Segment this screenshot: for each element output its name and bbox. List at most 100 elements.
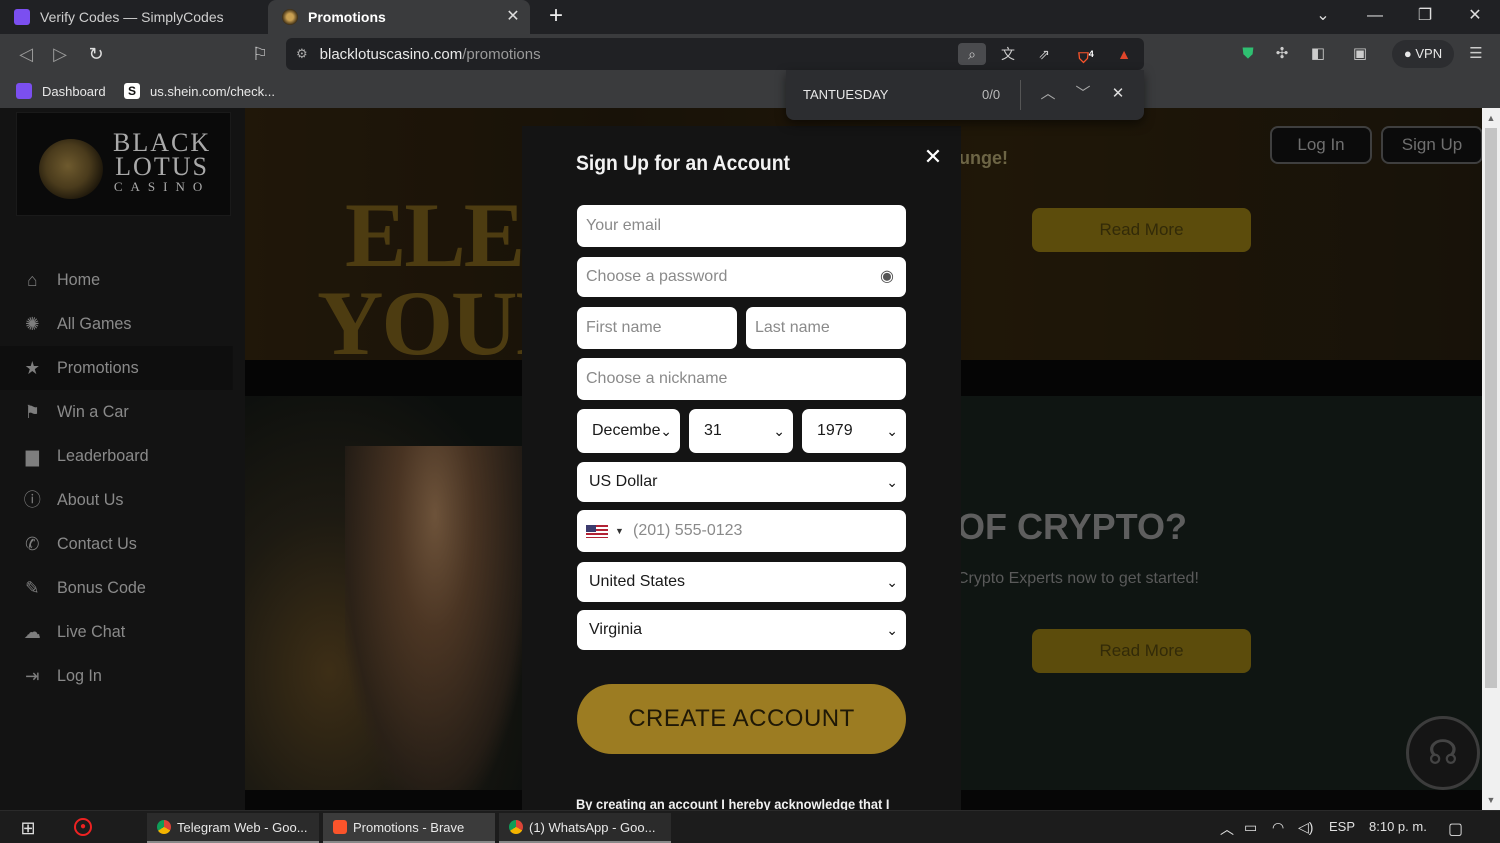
signup-button[interactable]: Sign Up bbox=[1381, 126, 1482, 164]
taskbar-app-label: (1) WhatsApp - Goo... bbox=[529, 819, 656, 835]
back-button[interactable]: ◁ bbox=[14, 42, 38, 66]
create-account-button[interactable]: CREATE ACCOUNT bbox=[577, 684, 906, 754]
password-placeholder: Choose a password bbox=[586, 268, 728, 285]
bookmark-icon[interactable]: ⚐ bbox=[248, 42, 272, 66]
find-input[interactable]: TANTUESDAY bbox=[803, 87, 888, 102]
country-code-caret-icon[interactable]: ▼ bbox=[615, 510, 624, 552]
windows-taskbar: ⊞ ● Telegram Web - Goo... Promotions - B… bbox=[0, 810, 1500, 843]
support-agent-icon[interactable]: ☊ bbox=[1406, 716, 1480, 790]
scroll-thumb[interactable] bbox=[1485, 128, 1497, 688]
extensions-puzzle-icon[interactable]: ✣ bbox=[1270, 43, 1294, 65]
chevron-down-icon: ⌄ bbox=[660, 423, 672, 439]
dob-year-select[interactable]: 1979 ⌄ bbox=[802, 409, 906, 453]
sidebar-item-log-in[interactable]: ⇥ Log In bbox=[0, 654, 233, 698]
clock[interactable]: 8:10 p. m. bbox=[1369, 819, 1427, 834]
simplycodes-favicon-icon bbox=[14, 9, 30, 25]
state-value: Virginia bbox=[589, 621, 643, 638]
brave-shields-icon[interactable]: ⛉4 bbox=[1072, 43, 1100, 66]
sidebar-item-contact-us[interactable]: ✆ Contact Us bbox=[0, 522, 233, 566]
vpn-button[interactable]: ● VPN bbox=[1392, 40, 1454, 68]
us-flag-icon[interactable] bbox=[586, 525, 608, 538]
restore-button[interactable]: ❐ bbox=[1410, 4, 1440, 28]
read-more-button[interactable]: Read More bbox=[1032, 208, 1251, 252]
sidebar-item-all-games[interactable]: ✺ All Games bbox=[0, 302, 233, 346]
phone-field[interactable]: ▼ (201) 555-0123 bbox=[577, 510, 906, 552]
address-bar[interactable]: ⚙ blacklotuscasino.com/promotions ⌕ 文 ⇗ … bbox=[286, 38, 1144, 70]
simplycodes-favicon-icon bbox=[16, 83, 32, 99]
new-tab-button[interactable]: + bbox=[544, 4, 568, 30]
modal-title: Sign Up for an Account bbox=[576, 152, 790, 175]
scroll-down-icon[interactable]: ▼ bbox=[1482, 792, 1500, 808]
nickname-field[interactable]: Choose a nickname bbox=[577, 358, 906, 400]
language-indicator[interactable]: ESP bbox=[1329, 819, 1355, 834]
tab-close-icon[interactable]: ✕ bbox=[504, 8, 522, 26]
page-scrollbar[interactable]: ▲ ▼ bbox=[1482, 108, 1500, 810]
sidebar-item-live-chat[interactable]: ☁ Live Chat bbox=[0, 610, 233, 654]
state-select[interactable]: Virginia ⌄ bbox=[577, 610, 906, 650]
login-icon: ⇥ bbox=[25, 666, 40, 686]
last-name-field[interactable]: Last name bbox=[746, 307, 906, 349]
extension-shield-icon[interactable]: ⛊ bbox=[1236, 43, 1260, 65]
currency-select[interactable]: US Dollar ⌄ bbox=[577, 462, 906, 502]
read-more-button[interactable]: Read More bbox=[1032, 629, 1251, 673]
show-password-eye-icon[interactable]: ◉ bbox=[880, 257, 894, 297]
reload-button[interactable]: ↻ bbox=[84, 42, 108, 66]
taskbar-brave-promotions[interactable]: Promotions - Brave bbox=[323, 813, 495, 843]
chevron-down-icon: ⌄ bbox=[886, 574, 898, 590]
bookmark-shein[interactable]: S us.shein.com/check... bbox=[124, 81, 275, 101]
signup-modal: Sign Up for an Account ✕ Your email Choo… bbox=[522, 126, 961, 810]
sidebar-item-leaderboard[interactable]: ▆ Leaderboard bbox=[0, 434, 233, 478]
tab-verify-codes[interactable]: Verify Codes — SimplyCodes bbox=[0, 0, 266, 34]
taskbar-telegram[interactable]: Telegram Web - Goo... bbox=[147, 813, 319, 843]
wifi-icon[interactable]: ◠ bbox=[1272, 819, 1284, 836]
sidebar-item-win-a-car[interactable]: ⚑ Win a Car bbox=[0, 390, 233, 434]
find-close-icon[interactable]: ✕ bbox=[1107, 83, 1129, 105]
login-button[interactable]: Log In bbox=[1270, 126, 1372, 164]
email-field[interactable]: Your email bbox=[577, 205, 906, 247]
translate-icon[interactable]: 文 bbox=[994, 43, 1022, 65]
site-info-icon[interactable]: ⚙ bbox=[296, 46, 308, 62]
password-field[interactable]: Choose a password ◉ bbox=[577, 257, 906, 297]
home-icon: ⌂ bbox=[27, 270, 38, 290]
brave-rewards-icon[interactable]: ▲ bbox=[1110, 43, 1138, 65]
first-name-field[interactable]: First name bbox=[577, 307, 737, 349]
notifications-icon[interactable]: ▢ bbox=[1448, 819, 1463, 839]
recording-icon[interactable]: ● bbox=[74, 818, 92, 836]
tab-promotions[interactable]: Promotions ✕ bbox=[268, 0, 530, 34]
tab-search-chevron-icon[interactable]: ⌄ bbox=[1308, 4, 1338, 28]
wallet-icon[interactable]: ▣ bbox=[1348, 43, 1372, 65]
minimize-button[interactable]: — bbox=[1360, 4, 1390, 28]
site-sidebar: BLACK LOTUS CASINO ⌂ Home ✺ All Games ★ Promo… bbox=[0, 108, 245, 810]
modal-close-icon[interactable]: ✕ bbox=[922, 146, 944, 168]
menu-icon[interactable]: ☰ bbox=[1464, 43, 1488, 65]
find-previous-icon[interactable]: ︿ bbox=[1037, 83, 1059, 105]
bookmark-dashboard[interactable]: Dashboard bbox=[16, 81, 106, 101]
find-in-page-icon[interactable]: ⌕ bbox=[958, 43, 986, 65]
sidebar-item-about-us[interactable]: ⓘ About Us bbox=[0, 478, 233, 522]
phone-placeholder: (201) 555-0123 bbox=[633, 522, 743, 539]
battery-icon[interactable]: ▭ bbox=[1244, 819, 1257, 836]
find-next-icon[interactable]: ﹀ bbox=[1072, 83, 1094, 105]
site-logo[interactable]: BLACK LOTUS CASINO bbox=[16, 112, 231, 216]
tray-overflow-chevron-icon[interactable]: ︿ bbox=[1220, 819, 1234, 839]
dob-month-select[interactable]: Decembe ⌄ bbox=[577, 409, 680, 453]
task-view-icon[interactable]: ⊞ bbox=[16, 817, 40, 839]
close-window-button[interactable]: ✕ bbox=[1460, 4, 1490, 28]
legal-text: By creating an account I hereby acknowle… bbox=[576, 796, 890, 810]
scroll-up-icon[interactable]: ▲ bbox=[1482, 110, 1500, 126]
forward-button[interactable]: ▷ bbox=[48, 42, 72, 66]
sidebar-toggle-icon[interactable]: ◧ bbox=[1306, 43, 1330, 65]
chevron-down-icon: ⌄ bbox=[886, 423, 898, 439]
country-select[interactable]: United States ⌄ bbox=[577, 562, 906, 602]
banner-headline: OF CRYPTO? bbox=[957, 506, 1188, 547]
volume-icon[interactable]: ◁) bbox=[1298, 819, 1313, 836]
sidebar-item-home[interactable]: ⌂ Home bbox=[0, 258, 233, 302]
nickname-placeholder: Choose a nickname bbox=[586, 370, 728, 387]
dob-day-select[interactable]: 31 ⌄ bbox=[689, 409, 793, 453]
email-placeholder: Your email bbox=[586, 217, 662, 234]
share-icon[interactable]: ⇗ bbox=[1030, 43, 1058, 65]
vpn-label: VPN bbox=[1415, 46, 1443, 61]
sidebar-item-promotions[interactable]: ★ Promotions bbox=[0, 346, 233, 390]
sidebar-item-bonus-code[interactable]: ✎ Bonus Code bbox=[0, 566, 233, 610]
taskbar-whatsapp[interactable]: (1) WhatsApp - Goo... bbox=[499, 813, 671, 843]
